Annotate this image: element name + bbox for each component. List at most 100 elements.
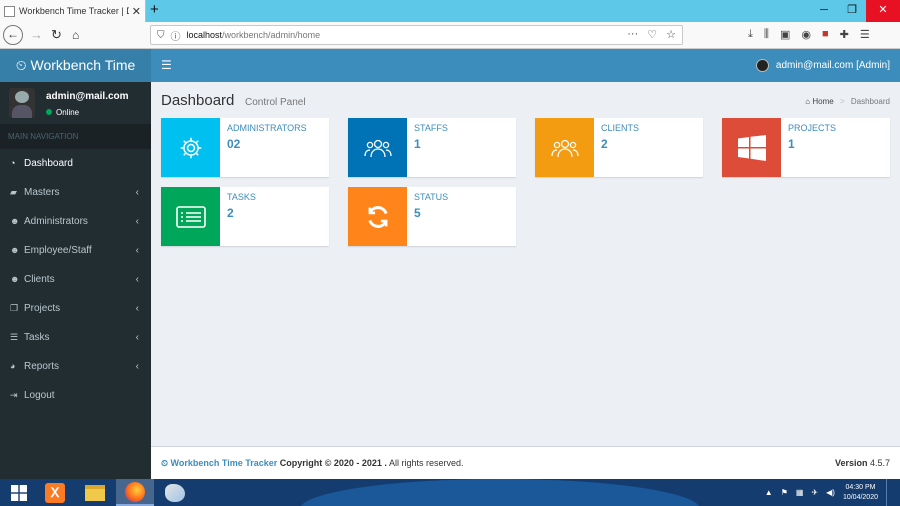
list-icon	[161, 187, 220, 246]
reload-button[interactable]: ↻	[51, 26, 62, 44]
xampp-taskbar-icon[interactable]: ⵝ	[36, 479, 74, 506]
start-button[interactable]	[0, 479, 38, 506]
sidebar-item-administrators[interactable]: ☻ Administrators ‹	[0, 207, 151, 236]
chevron-left-icon: ‹	[135, 361, 139, 372]
sidebar-item-dashboard[interactable]: ◔ Dashboard	[0, 149, 151, 178]
info-box-status[interactable]: STATUS 5	[348, 187, 516, 246]
flag-icon[interactable]: ⚑	[781, 488, 788, 497]
app-logo[interactable]: ⏲ Workbench Time	[0, 49, 151, 82]
version-number: 4.5.7	[869, 458, 890, 468]
home-icon[interactable]: ⌂	[72, 26, 79, 44]
footer-brand-link[interactable]: Workbench Time Tracker	[171, 458, 278, 468]
browser-tab-bar: Workbench Time Tracker | Dash ✕ + ─ ❐ ✕	[0, 0, 900, 22]
footer-copyright: ⏲ Workbench Time Tracker Copyright © 202…	[161, 447, 463, 480]
url-host: localhost	[186, 30, 223, 40]
file-explorer-taskbar-icon[interactable]	[76, 479, 114, 506]
browser-tab[interactable]: Workbench Time Tracker | Dash ✕	[0, 0, 146, 22]
url-path: /workbench/admin/home	[222, 30, 321, 40]
user-status: Online	[46, 108, 79, 117]
sidebar-item-reports[interactable]: ◕ Reports ‹	[0, 352, 151, 381]
logo-text: Workbench Time	[30, 57, 136, 73]
info-icon[interactable]: ⓘ	[171, 28, 181, 43]
sidebar-item-label: Employee/Staff	[24, 245, 92, 256]
header-user-label: admin@mail.com [Admin]	[775, 60, 890, 71]
content-area: Dashboard Control Panel ⌂ Home > Dashboa…	[151, 82, 900, 446]
breadcrumb-home[interactable]: Home	[812, 97, 833, 106]
clock-icon: ⏲	[15, 57, 27, 73]
info-box-projects[interactable]: PROJECTS 1	[722, 118, 890, 177]
airplane-icon[interactable]: ✈	[811, 488, 818, 497]
sidebar-item-masters[interactable]: ▰ Masters ‹	[0, 178, 151, 207]
download-icon[interactable]: ⤓	[748, 28, 753, 41]
back-button[interactable]: ←	[3, 25, 23, 45]
account-icon[interactable]: ◉	[801, 28, 811, 41]
page-actions-icon[interactable]: ···	[627, 28, 638, 41]
library-icon[interactable]: ⫼	[764, 28, 769, 41]
network-icon[interactable]: ▦	[796, 488, 804, 497]
sidebar-item-label: Masters	[24, 187, 60, 198]
favicon-icon	[4, 5, 15, 17]
info-box-staffs[interactable]: STAFFS 1	[348, 118, 516, 177]
breadcrumb-current: Dashboard	[850, 97, 890, 106]
info-box-value: 1	[414, 137, 421, 151]
breadcrumb-separator: >	[839, 97, 845, 106]
url-bar[interactable]: ⛉ ⓘ localhost/workbench/admin/home ··· ♡…	[150, 25, 683, 45]
sidebar-item-employee-staff[interactable]: ☻ Employee/Staff ‹	[0, 236, 151, 265]
sidebar-item-label: Projects	[24, 303, 61, 314]
footer-version: Version 4.5.7	[835, 447, 890, 480]
info-box-clients[interactable]: CLIENTS 2	[535, 118, 703, 177]
sign-out-icon: ⇥	[10, 390, 18, 400]
new-tab-button[interactable]: +	[150, 1, 159, 18]
clock-time: 04:30 PM	[845, 483, 876, 491]
pocket-icon[interactable]: ♡	[647, 28, 657, 41]
window-close-button[interactable]: ✕	[866, 0, 900, 22]
sidebar-item-label: Logout	[24, 390, 55, 401]
sidebar: admin@mail.com Online MAIN NAVIGATION ◔ D…	[0, 82, 151, 479]
users-icon	[348, 118, 407, 177]
info-box-administrators[interactable]: ADMINISTRATORS 02	[161, 118, 329, 177]
sidebar-item-logout[interactable]: ⇥ Logout	[0, 381, 151, 410]
menu-icon[interactable]: ☰	[860, 28, 870, 41]
clock[interactable]: 04:30 PM 10/04/2020	[843, 483, 878, 503]
volume-icon[interactable]: ◀)	[826, 488, 835, 497]
extensions-puzzle-icon[interactable]: ✚	[840, 28, 849, 41]
user-name: admin@mail.com	[46, 91, 129, 102]
users-icon	[535, 118, 594, 177]
copy-icon: ❐	[10, 303, 19, 313]
pie-chart-icon: ◕	[10, 361, 16, 371]
info-box-tasks[interactable]: TASKS 2	[161, 187, 329, 246]
page-title: Dashboard	[161, 92, 235, 109]
paint-taskbar-icon[interactable]	[156, 479, 194, 506]
info-box-label: ADMINISTRATORS	[227, 123, 307, 133]
footer-copyright-text: Copyright © 2020 - 2021 .	[277, 458, 387, 468]
sidebar-icon[interactable]: ▣	[780, 28, 790, 41]
breadcrumb-home-icon: ⌂	[805, 97, 811, 106]
sidebar-item-label: Reports	[24, 361, 60, 372]
chevron-left-icon: ‹	[135, 332, 139, 343]
tab-close-icon[interactable]: ✕	[132, 5, 141, 18]
gear-icon	[161, 118, 220, 177]
avatar	[9, 88, 35, 118]
sidebar-item-projects[interactable]: ❐ Projects ‹	[0, 294, 151, 323]
sidebar-toggle-icon[interactable]: ☰	[161, 58, 172, 72]
sidebar-item-label: Dashboard	[24, 158, 73, 169]
maximize-button[interactable]: ❐	[838, 0, 866, 22]
windows-icon	[722, 118, 781, 177]
sidebar-item-label: Clients	[24, 274, 55, 285]
bookmark-star-icon[interactable]: ☆	[666, 28, 676, 41]
shield-icon: ⛉	[157, 29, 165, 41]
forward-button[interactable]: →	[30, 26, 43, 44]
minimize-button[interactable]: ─	[810, 0, 838, 22]
chevron-left-icon: ‹	[135, 274, 139, 285]
book-icon: ▰	[10, 187, 17, 197]
taskbar: ⵝ ▲ ⚑ ▦ ✈ ◀) 04:30 PM 10/04/2020	[0, 479, 900, 506]
footer: ⏲ Workbench Time Tracker Copyright © 202…	[151, 446, 900, 479]
tab-title: Workbench Time Tracker | Dash	[19, 6, 129, 16]
tray-overflow-icon[interactable]: ▲	[765, 488, 773, 497]
firefox-taskbar-icon[interactable]	[116, 479, 154, 506]
sidebar-item-tasks[interactable]: ☰ Tasks ‹	[0, 323, 151, 352]
extension-icon[interactable]: ■	[822, 28, 829, 41]
sidebar-item-clients[interactable]: ☻ Clients ‹	[0, 265, 151, 294]
show-desktop-button[interactable]	[886, 479, 890, 506]
header-user-menu[interactable]: admin@mail.com [Admin]	[755, 49, 890, 82]
